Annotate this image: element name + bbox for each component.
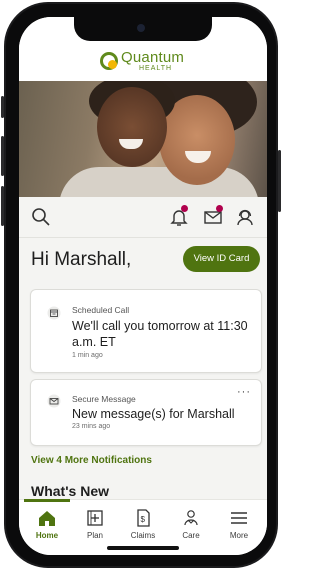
plan-icon [87,510,103,526]
phone-mute-switch [1,96,4,118]
svg-text:$: $ [141,515,146,524]
notification-card-secure-message[interactable]: Secure Message New message(s) for Marsha… [30,379,262,446]
tab-home[interactable]: Home [23,508,71,550]
card-title: New message(s) for Marshall [72,407,235,421]
tab-more[interactable]: More [215,508,263,550]
app-screen: Quantum HEALTH Hi Marshall, View ID Card… [19,17,267,555]
active-tab-indicator [24,499,70,502]
card-timestamp: 1 min ago [72,352,103,359]
calendar-icon [47,306,61,320]
phone-volume-down [1,186,4,226]
hero-photo [19,81,267,197]
tab-plan[interactable]: Plan [71,508,119,550]
greeting-heading: Hi Marshall, [31,249,132,270]
search-icon[interactable] [31,207,51,227]
card-kicker: Secure Message [72,394,136,404]
tab-claims[interactable]: $ Claims [119,508,167,550]
tab-label: Care [182,531,200,540]
home-icon [39,511,55,526]
tab-label: Claims [130,531,156,540]
tab-label: More [229,531,249,540]
logo-tagline: HEALTH [139,65,173,72]
logo-wordmark: Quantum [121,49,185,66]
view-more-notifications-link[interactable]: View 4 More Notifications [31,455,152,466]
message-badge [216,205,223,212]
more-options-icon[interactable]: ··· [237,386,251,398]
phone-volume-up [1,136,4,176]
card-timestamp: 23 mins ago [72,423,111,430]
care-icon [184,510,198,526]
camera-icon [137,24,145,32]
tab-label: Plan [86,531,103,540]
notification-card-scheduled-call[interactable]: Scheduled Call We'll call you tomorrow a… [30,289,262,373]
tab-care[interactable]: Care [167,508,215,550]
notification-badge [181,205,188,212]
quantum-health-logo: Quantum HEALTH [99,49,195,73]
card-title: We'll call you tomorrow at 11:30 a.m. ET [72,319,248,349]
tab-label: Home [35,531,59,540]
hamburger-menu-icon [231,512,247,524]
envelope-icon [47,394,61,408]
quantum-logo-icon [100,52,118,70]
utility-toolbar [19,197,267,238]
user-support-icon[interactable] [235,207,255,227]
home-indicator [107,546,179,550]
whats-new-heading: What's New [31,483,110,499]
claims-icon: $ [137,509,150,527]
phone-power-button [278,150,281,212]
card-kicker: Scheduled Call [72,305,130,315]
view-id-card-button[interactable]: View ID Card [183,246,260,272]
